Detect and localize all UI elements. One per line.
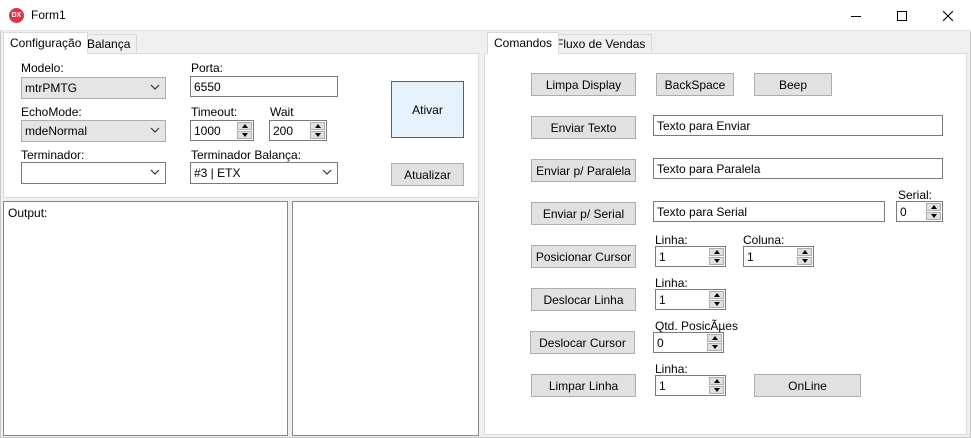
spin-up-icon[interactable]	[237, 122, 252, 130]
serial-value: 0	[900, 205, 907, 219]
beep-button[interactable]: Beep	[754, 73, 832, 96]
spin-up-icon[interactable]	[709, 248, 724, 256]
pos-linha-value: 1	[659, 250, 666, 264]
spin-up-icon[interactable]	[926, 203, 941, 211]
close-icon	[943, 10, 953, 21]
echomode-value: mdeNormal	[25, 124, 88, 138]
spin-down-icon[interactable]	[237, 131, 252, 139]
spin-down-icon[interactable]	[709, 386, 724, 394]
pos-coluna-value: 1	[747, 250, 754, 264]
desl-linha-spin[interactable]: 1	[655, 289, 726, 310]
ativar-button[interactable]: Ativar	[391, 81, 464, 138]
spin-down-icon[interactable]	[797, 257, 812, 265]
maximize-button[interactable]	[879, 0, 925, 31]
spin-up-icon[interactable]	[707, 334, 722, 342]
modelo-value: mtrPMTG	[25, 81, 77, 95]
secondary-memo[interactable]	[292, 201, 479, 436]
pos-coluna-label: Coluna:	[743, 233, 785, 247]
desl-linha-value: 1	[659, 293, 666, 307]
spin-buttons[interactable]	[707, 334, 722, 351]
spin-down-icon[interactable]	[709, 257, 724, 265]
window-title: Form1	[31, 8, 66, 22]
enviar-texto-button[interactable]: Enviar Texto	[531, 116, 636, 139]
spin-up-icon[interactable]	[310, 122, 325, 130]
porta-input[interactable]: 6550	[190, 76, 338, 97]
spin-down-icon[interactable]	[926, 212, 941, 220]
terminador-combo[interactable]	[21, 162, 166, 184]
spin-buttons[interactable]	[709, 248, 724, 265]
pos-coluna-spin[interactable]: 1	[743, 246, 814, 267]
echomode-combo[interactable]: mdeNormal	[21, 120, 166, 142]
spin-down-icon[interactable]	[310, 131, 325, 139]
timeout-value: 1000	[194, 124, 221, 138]
spin-buttons[interactable]	[709, 291, 724, 308]
deslocar-cursor-button[interactable]: Deslocar Cursor	[530, 331, 635, 354]
wait-spin[interactable]: 200	[269, 120, 327, 141]
chevron-down-icon	[150, 169, 160, 175]
wait-value: 200	[273, 124, 294, 138]
tab-comandos[interactable]: Comandos	[487, 32, 560, 54]
output-label: Output:	[8, 206, 48, 220]
spin-buttons[interactable]	[709, 377, 724, 394]
qtd-value: 0	[657, 336, 664, 350]
enviar-texto-input[interactable]: Texto para Enviar	[653, 115, 943, 136]
qtd-label: Qtd. PosicÃµes	[655, 319, 738, 333]
close-button[interactable]	[925, 0, 971, 31]
limpar-linha-label: Linha:	[655, 362, 688, 376]
deslocar-linha-button[interactable]: Deslocar Linha	[531, 288, 636, 311]
enviar-paralela-input[interactable]: Texto para Paralela	[653, 158, 943, 179]
chevron-down-icon	[322, 169, 332, 175]
output-memo[interactable]: Output:	[3, 201, 288, 436]
wait-label: Wait	[270, 105, 294, 119]
atualizar-button[interactable]: Atualizar	[391, 163, 464, 186]
chevron-down-icon	[150, 127, 160, 133]
qtd-spin[interactable]: 0	[653, 332, 724, 353]
enviar-serial-input[interactable]: Texto para Serial	[653, 201, 885, 222]
maximize-icon	[897, 10, 907, 21]
tab-fluxo-de-vendas[interactable]: Fluxo de Vendas	[549, 34, 653, 54]
minimize-icon	[851, 15, 861, 17]
minimize-button[interactable]	[833, 0, 879, 31]
spin-down-icon[interactable]	[709, 300, 724, 308]
chevron-down-icon	[150, 84, 160, 90]
limpar-linha-button[interactable]: Limpar Linha	[531, 374, 636, 397]
timeout-label: Timeout:	[191, 105, 238, 119]
app-icon: DX	[9, 8, 24, 23]
limpar-linha-value: 1	[659, 379, 666, 393]
limpa-display-button[interactable]: Limpa Display	[531, 73, 636, 96]
title-bar: DX Form1	[0, 0, 971, 31]
porta-label: Porta:	[191, 61, 224, 75]
spin-buttons[interactable]	[237, 122, 252, 139]
modelo-label: Modelo:	[21, 61, 64, 75]
desl-linha-label: Linha:	[655, 276, 688, 290]
spin-down-icon[interactable]	[707, 343, 722, 351]
term-balanca-value: #3 | ETX	[194, 166, 241, 180]
backspace-button[interactable]: BackSpace	[656, 73, 734, 96]
tab-configuracao[interactable]: Configuração	[3, 32, 89, 54]
spin-up-icon[interactable]	[709, 291, 724, 299]
pos-linha-label: Linha:	[655, 233, 688, 247]
enviar-paralela-button[interactable]: Enviar p/ Paralela	[531, 159, 636, 182]
serial-label: Serial:	[898, 188, 933, 202]
spin-up-icon[interactable]	[709, 377, 724, 385]
terminador-label: Terminador:	[21, 148, 85, 162]
modelo-combo[interactable]: mtrPMTG	[21, 77, 166, 99]
echomode-label: EchoMode:	[21, 105, 82, 119]
spin-buttons[interactable]	[797, 248, 812, 265]
spin-buttons[interactable]	[926, 203, 941, 220]
posicionar-cursor-button[interactable]: Posicionar Cursor	[531, 245, 636, 268]
online-button[interactable]: OnLine	[754, 374, 861, 397]
spin-up-icon[interactable]	[797, 248, 812, 256]
enviar-serial-button[interactable]: Enviar p/ Serial	[531, 202, 636, 225]
timeout-spin[interactable]: 1000	[190, 120, 254, 141]
spin-buttons[interactable]	[310, 122, 325, 139]
pos-linha-spin[interactable]: 1	[655, 246, 726, 267]
term-balanca-combo[interactable]: #3 | ETX	[190, 162, 338, 184]
serial-spin[interactable]: 0	[896, 201, 943, 222]
tab-balanca[interactable]: Balança	[80, 34, 138, 54]
term-balanca-label: Terminador Balança:	[191, 148, 302, 162]
limpar-linha-spin[interactable]: 1	[655, 375, 726, 396]
